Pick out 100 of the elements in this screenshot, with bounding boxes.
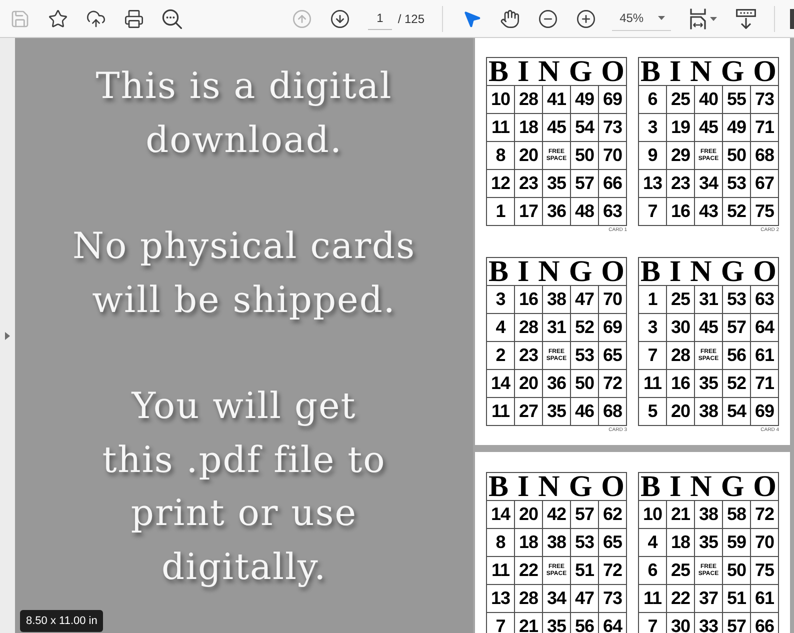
number-cell: 17	[515, 198, 543, 226]
number-cell: 5	[639, 398, 667, 426]
card-title: BINGO	[639, 258, 779, 286]
number-cell: 36	[543, 370, 571, 398]
number-cell: 57	[571, 170, 599, 198]
number-cell: 61	[751, 585, 779, 613]
cover-paragraph: You will get this .pdf file to print or use digitally.	[102, 385, 386, 590]
number-cell: 14	[487, 370, 515, 398]
number-cell: 64	[599, 613, 627, 633]
number-cell: 16	[515, 286, 543, 314]
number-cell: 63	[751, 286, 779, 314]
number-cell: 45	[695, 314, 723, 342]
number-cell: 28	[515, 86, 543, 114]
number-cell: 61	[751, 342, 779, 370]
number-cell: 52	[571, 314, 599, 342]
partial-toolbar-icon[interactable]	[790, 8, 794, 28]
number-cell: 62	[599, 501, 627, 529]
arrow-down-circle-icon	[330, 8, 350, 28]
number-cell: 40	[695, 86, 723, 114]
number-cell: 38	[695, 501, 723, 529]
number-cell: 20	[667, 398, 695, 426]
card-title: BINGO	[639, 58, 779, 86]
number-cell: 12	[487, 170, 515, 198]
number-cell: 69	[599, 314, 627, 342]
star-icon	[48, 8, 68, 28]
search-icon	[162, 8, 182, 28]
number-cell: 4	[487, 314, 515, 342]
number-cell: 65	[599, 342, 627, 370]
number-cell: 35	[695, 529, 723, 557]
number-cell: 3	[639, 314, 667, 342]
number-cell: 35	[695, 370, 723, 398]
number-cell: 35	[543, 398, 571, 426]
number-cell: 8	[487, 142, 515, 170]
cloud-upload-icon	[86, 8, 106, 28]
expand-arrow-icon[interactable]	[5, 332, 10, 340]
number-cell: 13	[487, 585, 515, 613]
card-title: BINGO	[487, 473, 627, 501]
number-cell: 59	[723, 529, 751, 557]
number-cell: 3	[487, 286, 515, 314]
number-cell: 11	[487, 114, 515, 142]
zoom-out-icon	[538, 8, 558, 28]
cover-paragraph: No physical cards will be shipped.	[72, 225, 416, 322]
number-cell: 53	[571, 529, 599, 557]
number-cell: 18	[667, 529, 695, 557]
page-number-field[interactable]: 1	[368, 8, 392, 30]
number-cell: 54	[571, 114, 599, 142]
number-cell: 7	[639, 342, 667, 370]
number-cell: 53	[723, 286, 751, 314]
page-count: / 125	[398, 10, 426, 28]
number-cell: 43	[695, 198, 723, 226]
number-cell: 48	[571, 198, 599, 226]
number-cell: 45	[543, 114, 571, 142]
number-cell: 57	[723, 314, 751, 342]
printer-icon	[124, 8, 144, 28]
number-cell: 73	[751, 86, 779, 114]
pointer-icon	[462, 8, 482, 28]
cover-paragraph: This is a digital download.	[96, 65, 392, 162]
number-cell: 72	[751, 501, 779, 529]
number-cell: 56	[571, 613, 599, 633]
number-cell: 20	[515, 142, 543, 170]
number-cell: 47	[571, 585, 599, 613]
number-cell: 51	[571, 557, 599, 585]
number-cell: 22	[515, 557, 543, 585]
number-cell: 70	[599, 142, 627, 170]
number-cell: 18	[515, 529, 543, 557]
number-cell: 52	[723, 370, 751, 398]
scroll-down-icon	[736, 8, 756, 28]
number-cell: 55	[723, 86, 751, 114]
number-cell: 36	[543, 198, 571, 226]
number-cell: 1	[639, 286, 667, 314]
number-cell: 38	[695, 398, 723, 426]
number-cell: 42	[543, 501, 571, 529]
number-cell: 67	[751, 170, 779, 198]
zoom-field[interactable]: 45%	[612, 6, 672, 30]
number-cell: 73	[599, 585, 627, 613]
number-cell: 66	[599, 170, 627, 198]
number-cell: 11	[487, 557, 515, 585]
number-cell: 23	[515, 170, 543, 198]
number-cell: 13	[639, 170, 667, 198]
number-cell: 57	[571, 501, 599, 529]
number-cell: 11	[639, 370, 667, 398]
number-cell: 11	[639, 585, 667, 613]
number-cell: 8	[487, 529, 515, 557]
number-cell: 69	[599, 86, 627, 114]
number-cell: 33	[695, 613, 723, 633]
number-cell: 21	[667, 501, 695, 529]
number-cell: 50	[723, 557, 751, 585]
number-cell: 37	[695, 585, 723, 613]
number-cell: 47	[571, 286, 599, 314]
number-cell: 56	[723, 342, 751, 370]
number-cell: 34	[695, 170, 723, 198]
number-cell: 58	[723, 501, 751, 529]
number-cell: 72	[599, 370, 627, 398]
number-cell: 28	[515, 585, 543, 613]
number-cell: 7	[639, 198, 667, 226]
number-cell: 20	[515, 501, 543, 529]
number-cell: 68	[751, 142, 779, 170]
number-cell: 10	[487, 86, 515, 114]
number-cell: 75	[751, 557, 779, 585]
number-cell: 31	[543, 314, 571, 342]
